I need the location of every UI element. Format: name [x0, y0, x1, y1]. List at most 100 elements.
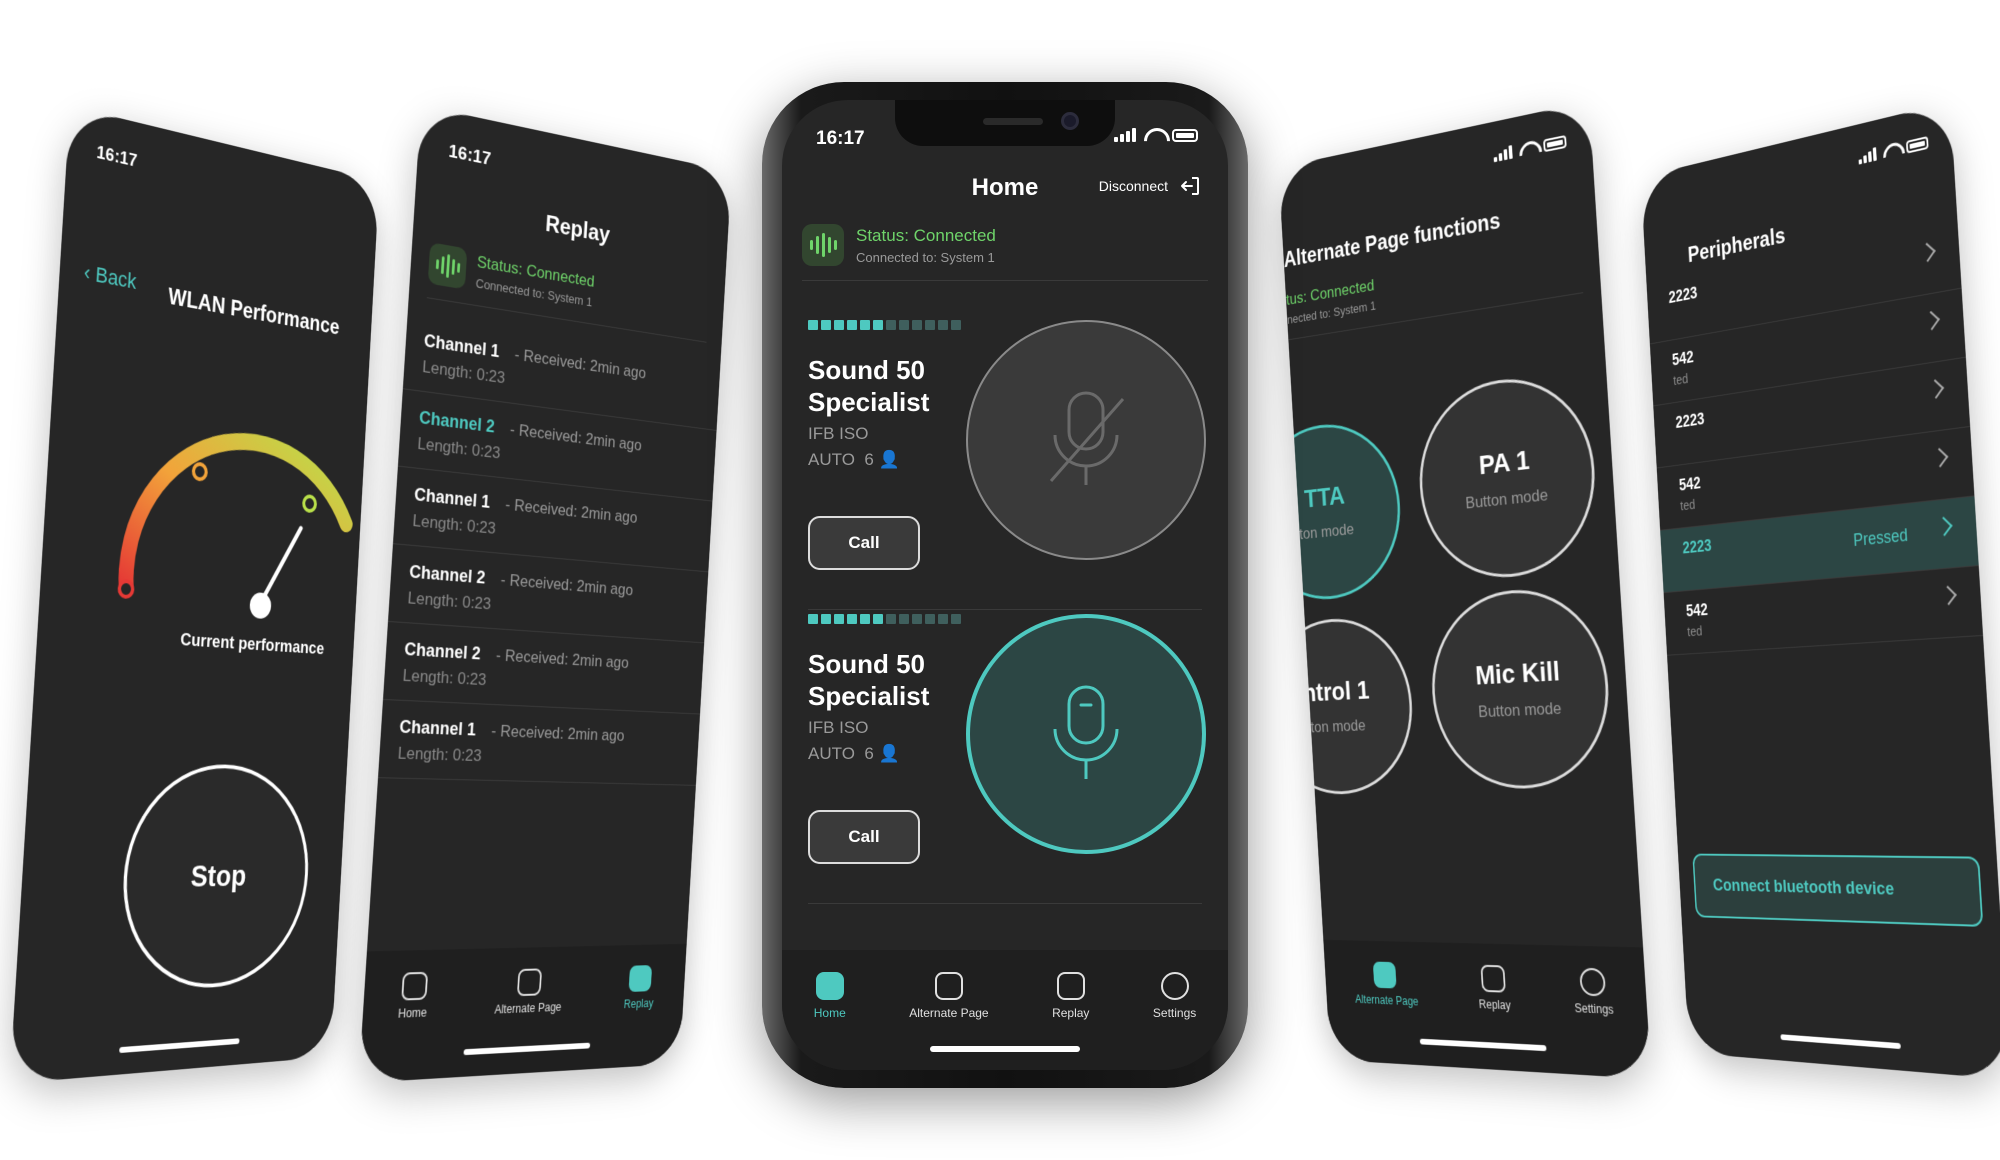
replay-item[interactable]: Channel 1 - Received: 2min ago Length: 0:…: [377, 699, 701, 786]
tab-label: Settings: [1574, 1001, 1615, 1017]
wlan-screen: 16:17 ‹ Back WLAN Performance Current pe…: [9, 106, 380, 1084]
home-icon: [815, 972, 844, 1000]
received-label: - Received: 2min ago: [490, 721, 625, 745]
button-label: ntrol 1: [1302, 675, 1371, 708]
device-name: Specialist: [808, 387, 930, 417]
button-label: PA 1: [1478, 444, 1531, 481]
disconnect-label: Disconnect: [1098, 178, 1168, 194]
battery-icon: [1905, 136, 1929, 154]
tab-label: Alternate Page: [1354, 992, 1419, 1009]
back-button[interactable]: ‹ Back: [83, 260, 137, 295]
button-mode: ton mode: [1310, 716, 1367, 737]
button-mode: ton mode: [1298, 520, 1355, 543]
connection-status: Status: Connected Connected to: System 1: [802, 224, 1208, 281]
replay-icon: [1480, 964, 1506, 993]
audio-wave-icon: [427, 242, 468, 290]
mic-toggle[interactable]: [966, 320, 1206, 560]
tab-label: Replay: [1478, 997, 1512, 1013]
function-button[interactable]: Mic Kill Button mode: [1426, 583, 1615, 791]
tab-home[interactable]: Home: [814, 972, 846, 1070]
tab-replay[interactable]: Replay: [620, 965, 655, 1067]
tab-replay[interactable]: Replay: [1477, 964, 1515, 1071]
level-meter: [808, 320, 1202, 330]
channel-label: Channel 1: [413, 484, 491, 512]
logout-icon: [1181, 177, 1199, 195]
home-icon: [400, 971, 428, 1001]
signal-icon: [1114, 128, 1136, 142]
alternate-screen: Alternate Page functions tus: Connected …: [1278, 101, 1652, 1080]
function-button[interactable]: TTA ton mode: [1278, 415, 1406, 605]
gauge-marker: [119, 581, 133, 598]
front-camera: [1061, 112, 1079, 130]
device-card: Sound 50 Specialist IFB ISO AUTO 6 👤 Call: [808, 320, 1206, 610]
gauge-marker: [193, 463, 207, 480]
level-meter: [808, 614, 1202, 624]
microphone-icon: [1053, 685, 1119, 779]
tab-alternate-page[interactable]: Alternate Page: [490, 968, 563, 1075]
channel-label: Channel 2: [418, 407, 496, 437]
function-button[interactable]: ntrol 1 ton mode: [1278, 613, 1418, 796]
tab-bar: Home Alternate Page Replay Settings: [782, 950, 1228, 1070]
chat-icon: [517, 968, 543, 997]
gauge-arc: [125, 426, 350, 605]
user-count: 6: [864, 450, 874, 469]
battery-icon: [1543, 134, 1567, 153]
tab-bar: Alternate Page Replay Settings: [1323, 939, 1652, 1080]
connected-to-text: Connected to: System 1: [856, 249, 995, 265]
tab-label: Home: [397, 1005, 428, 1021]
tab-alternate-page[interactable]: Alternate Page: [909, 972, 989, 1070]
home-indicator: [119, 1038, 240, 1054]
status-time: 16:17: [448, 141, 492, 170]
tab-label: Home: [813, 1006, 846, 1020]
status-text: Status: Connected: [856, 225, 996, 245]
user-icon: 👤: [878, 744, 900, 763]
channel-label: Channel 1: [398, 716, 477, 740]
status-time: 16:17: [816, 128, 865, 149]
wifi-icon: [1883, 142, 1900, 159]
performance-gauge: [82, 407, 358, 641]
speaker-grille: [983, 118, 1043, 125]
tab-settings[interactable]: Settings: [1153, 972, 1196, 1070]
system-icons: [1493, 134, 1567, 163]
channel-label: Channel 2: [408, 561, 486, 588]
signal-icon: [1858, 147, 1877, 165]
received-label: - Received: 2min ago: [500, 570, 634, 600]
button-mode: Button mode: [1477, 698, 1562, 722]
back-label: Back: [94, 261, 138, 294]
status-time: 16:17: [95, 142, 138, 172]
length-label: Length: 0:23: [407, 588, 492, 614]
tab-label: Replay: [1052, 1006, 1090, 1020]
home-indicator: [930, 1046, 1080, 1052]
length-label: Length: 0:23: [397, 743, 483, 766]
function-button[interactable]: PA 1 Button mode: [1414, 367, 1601, 584]
system-icons: [1114, 128, 1198, 142]
stop-button[interactable]: Stop: [116, 762, 314, 993]
user-icon: 👤: [878, 450, 900, 469]
page-title: WLAN Performance: [167, 283, 341, 341]
device-name: Sound 50: [808, 649, 926, 679]
received-label: - Received: 2min ago: [495, 645, 630, 672]
tab-home[interactable]: Home: [394, 971, 430, 1081]
tab-label: Alternate Page: [494, 1000, 562, 1017]
tab-alternate-page[interactable]: Alternate Page: [1353, 961, 1422, 1065]
tab-replay[interactable]: Replay: [1052, 972, 1089, 1070]
device-name: Sound 50: [808, 355, 926, 385]
tab-label: Settings: [1152, 1006, 1197, 1020]
tab-label: Alternate Page: [909, 1006, 989, 1020]
tab-label: Replay: [623, 996, 654, 1011]
call-button[interactable]: Call: [808, 516, 920, 570]
battery-icon: [1172, 129, 1198, 142]
button-label: Mic Kill: [1474, 655, 1561, 691]
gauge-pivot: [249, 591, 272, 620]
connect-bluetooth-button[interactable]: Connect bluetooth device: [1692, 853, 1984, 927]
disconnect-button[interactable]: Disconnect: [1099, 174, 1202, 198]
gear-icon: [1578, 967, 1606, 997]
wifi-icon: [1144, 128, 1164, 142]
button-mode: Button mode: [1464, 485, 1549, 513]
audio-wave-icon: [802, 224, 844, 266]
mic-toggle[interactable]: [966, 614, 1206, 854]
replay-icon: [628, 965, 652, 992]
mic-off-icon: [1049, 391, 1125, 485]
tab-settings[interactable]: Settings: [1572, 967, 1618, 1077]
call-button[interactable]: Call: [808, 810, 920, 864]
